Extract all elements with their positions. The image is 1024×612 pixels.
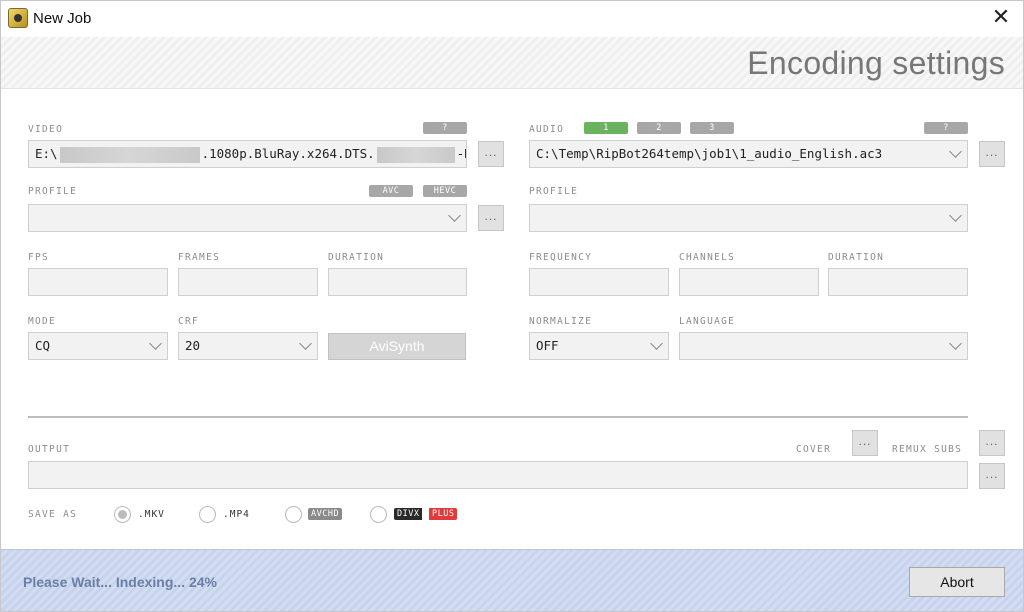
crf-select[interactable]: 20 — [178, 332, 318, 360]
normalize-select[interactable]: OFF — [529, 332, 669, 360]
mode-select[interactable]: CQ — [28, 332, 168, 360]
avchd-tag: AVCHD — [308, 508, 343, 520]
mp4-label: .MP4 — [223, 509, 250, 520]
chevron-down-icon — [299, 337, 312, 350]
redacted-block — [59, 146, 200, 163]
cover-button[interactable]: ... — [852, 430, 878, 456]
audio-track-3-button[interactable]: 3 — [690, 122, 734, 134]
channels-field[interactable] — [679, 268, 819, 296]
video-duration-label: DURATION — [328, 252, 385, 263]
divx-plus-tag: PLUS — [429, 508, 458, 520]
audio-profile-label: PROFILE — [529, 186, 579, 197]
fps-field[interactable] — [28, 268, 168, 296]
save-as-label: SAVE AS — [28, 509, 78, 520]
redacted-block — [376, 146, 455, 163]
video-help-button[interactable]: ? — [423, 122, 467, 134]
avisynth-button[interactable]: AviSynth — [328, 333, 466, 360]
language-select[interactable] — [679, 332, 968, 360]
video-profile-label: PROFILE — [28, 186, 78, 197]
new-job-window: New Job ✕ Encoding settings VIDEO ? E:\.… — [0, 0, 1024, 612]
video-path-prefix: E:\ — [35, 146, 58, 161]
remux-subs-button[interactable]: ... — [979, 430, 1005, 456]
app-icon — [8, 8, 28, 28]
window-title: New Job — [33, 10, 92, 27]
video-profile-browse-button[interactable]: ... — [478, 205, 504, 231]
language-label: LANGUAGE — [679, 316, 736, 327]
close-icon: ✕ — [991, 5, 1011, 30]
video-path-field[interactable]: E:\ .1080p.BluRay.x264.DTS. -D — [28, 140, 467, 168]
audio-path-select[interactable]: C:\Temp\RipBot264temp\job1\1_audio_Engli… — [529, 140, 968, 168]
header-band: Encoding settings — [1, 37, 1023, 89]
audio-help-button[interactable]: ? — [924, 122, 968, 134]
chevron-down-icon — [149, 337, 162, 350]
frames-label: FRAMES — [178, 252, 221, 263]
video-browse-button[interactable]: ... — [478, 141, 504, 167]
audio-profile-select[interactable] — [529, 204, 968, 232]
output-label: OUTPUT — [28, 444, 71, 455]
cover-label: COVER — [796, 444, 832, 455]
fps-label: FPS — [28, 252, 50, 263]
crf-value: 20 — [185, 338, 201, 353]
chevron-down-icon — [949, 337, 962, 350]
mode-label: MODE — [28, 316, 57, 327]
abort-button[interactable]: Abort — [909, 567, 1005, 597]
chevron-down-icon — [949, 209, 962, 222]
channels-label: CHANNELS — [679, 252, 736, 263]
frequency-field[interactable] — [529, 268, 669, 296]
audio-browse-button[interactable]: ... — [979, 141, 1005, 167]
page-title: Encoding settings — [747, 45, 1005, 81]
frequency-label: FREQUENCY — [529, 252, 593, 263]
video-label: VIDEO — [28, 124, 64, 135]
chevron-down-icon — [448, 209, 461, 222]
status-text: Please Wait... Indexing... 24% — [23, 574, 217, 590]
divx-tag: DIVX — [394, 508, 423, 520]
remux-subs-label: REMUX SUBS — [892, 444, 963, 455]
hevc-button[interactable]: HEVC — [423, 185, 467, 197]
audio-track-2-button[interactable]: 2 — [637, 122, 681, 134]
video-path-middle: .1080p.BluRay.x264.DTS. — [201, 146, 375, 161]
section-divider — [28, 416, 968, 418]
normalize-label: NORMALIZE — [529, 316, 593, 327]
radio-divx-plus[interactable] — [370, 506, 387, 523]
output-browse-button[interactable]: ... — [979, 463, 1005, 489]
audio-duration-label: DURATION — [828, 252, 885, 263]
title-bar: New Job ✕ — [1, 1, 1023, 37]
mkv-label: .MKV — [138, 509, 165, 520]
status-bar: Please Wait... Indexing... 24% Abort — [1, 549, 1023, 611]
audio-path-value: C:\Temp\RipBot264temp\job1\1_audio_Engli… — [536, 146, 883, 161]
normalize-value: OFF — [536, 338, 559, 353]
radio-mp4[interactable] — [199, 506, 216, 523]
close-button[interactable]: ✕ — [987, 5, 1015, 31]
radio-avchd[interactable] — [285, 506, 302, 523]
crf-label: CRF — [178, 316, 200, 327]
avc-button[interactable]: AVC — [369, 185, 413, 197]
chevron-down-icon — [650, 337, 663, 350]
mode-value: CQ — [35, 338, 51, 353]
output-path-field[interactable] — [28, 461, 968, 489]
video-profile-select[interactable] — [28, 204, 467, 232]
audio-label: AUDIO — [529, 124, 565, 135]
frames-field[interactable] — [178, 268, 318, 296]
audio-track-1-button[interactable]: 1 — [584, 122, 628, 134]
audio-duration-field[interactable] — [828, 268, 968, 296]
radio-mkv[interactable] — [114, 506, 131, 523]
chevron-down-icon — [949, 145, 962, 158]
video-duration-field[interactable] — [328, 268, 467, 296]
video-path-suffix: -D — [456, 146, 466, 161]
